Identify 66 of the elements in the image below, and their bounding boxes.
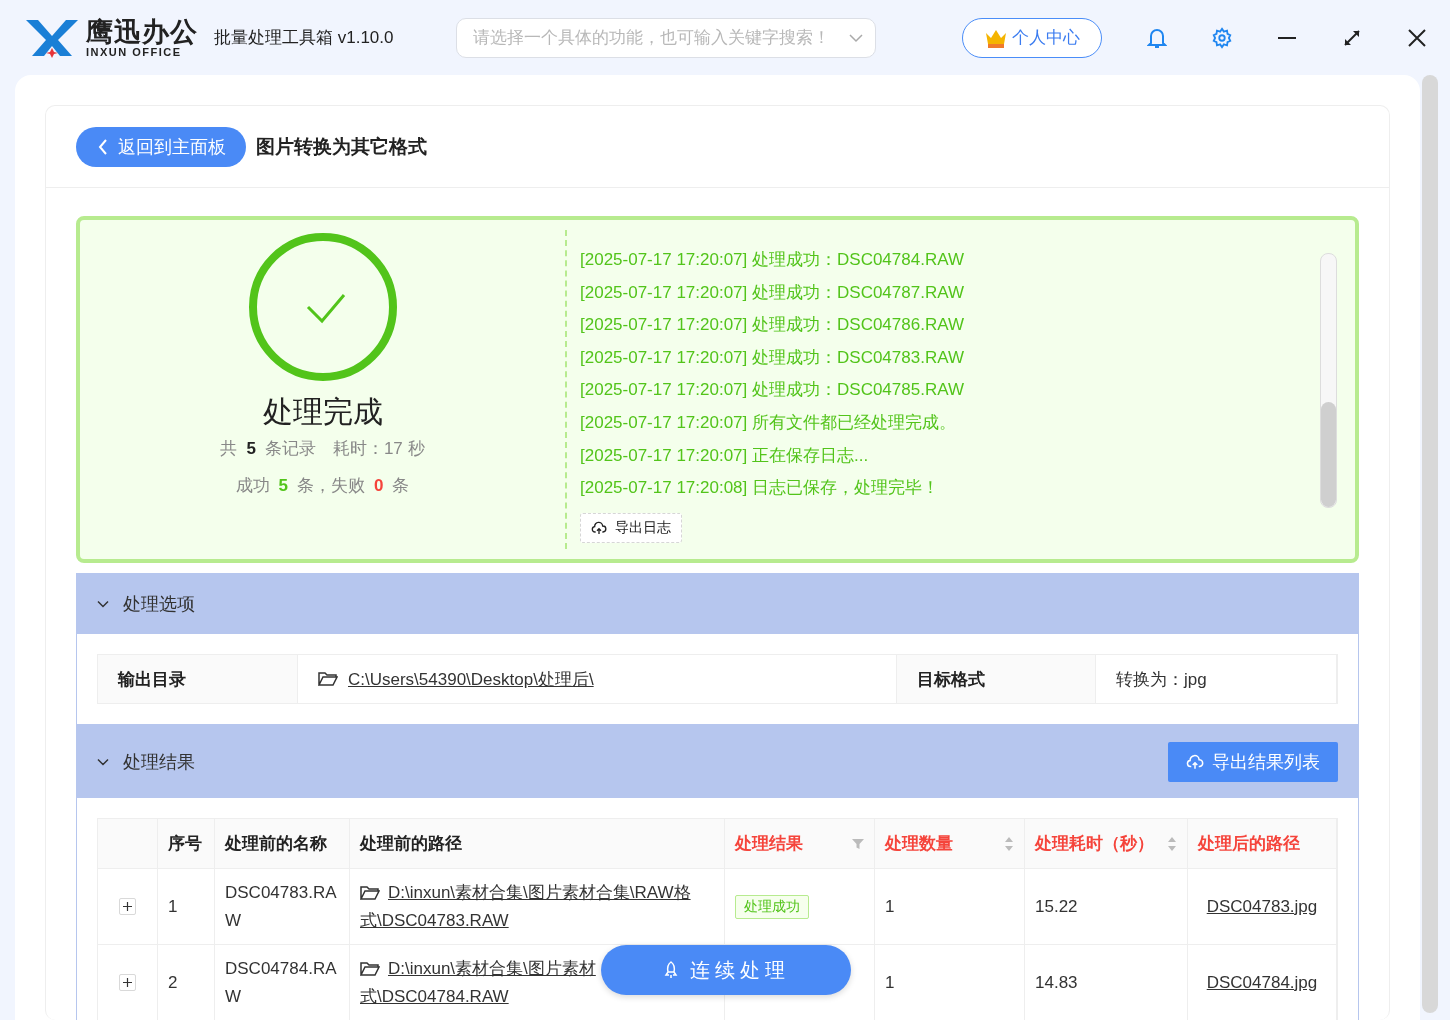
plus-icon: [122, 977, 133, 988]
column-header: 处理后的路径: [1198, 833, 1300, 855]
log-line: [2025-07-17 17:20:07] 正在保存日志...: [580, 444, 870, 467]
table-cell-text: 14.83: [1035, 971, 1078, 994]
folder-icon: [318, 671, 338, 687]
back-chevron-icon: [98, 138, 108, 155]
table-cell-text: DSC04783.RAW: [225, 881, 338, 932]
cloud-upload-icon: [1186, 752, 1204, 771]
log-line: [2025-07-17 17:20:08] 日志已保存，处理完毕！: [580, 477, 941, 500]
log-line: [2025-07-17 17:20:07] 处理成功：DSC04786.RAW: [580, 314, 965, 337]
rocket-icon: [662, 961, 680, 979]
success-check-icon: [247, 232, 398, 382]
log-line: [2025-07-17 17:20:07] 处理成功：DSC04787.RAW: [580, 281, 965, 304]
file-path-link[interactable]: D:\inxun\素材合集\图片素材: [360, 954, 596, 983]
section-header[interactable]: 处理结果 导出结果列表: [77, 725, 1358, 798]
table-cell-text: DSC04784.RAW: [225, 957, 338, 1008]
stat-number: 5: [278, 476, 288, 496]
folder-icon: [360, 884, 380, 901]
log-scrollbar[interactable]: [1320, 253, 1337, 508]
file-path-link[interactable]: 式\DSC04784.RAW: [360, 982, 596, 1011]
table-cell-text: 15.22: [1035, 895, 1078, 918]
status-tag: 处理成功: [735, 894, 809, 919]
status-title: 处理完成: [262, 394, 383, 430]
log-line: [2025-07-17 17:20:07] 所有文件都已经处理完成。: [580, 411, 958, 434]
folder-icon: [360, 960, 380, 977]
table-cell-text: 1: [885, 895, 895, 918]
stat-number: 5: [246, 439, 256, 459]
field-value: 转换为：jpg: [1116, 668, 1207, 691]
stat-text: 条: [392, 475, 410, 497]
file-path-link[interactable]: 式\DSC04783.RAW: [360, 906, 691, 935]
logo-icon: [24, 17, 80, 58]
stat-text: 共: [220, 438, 238, 460]
table-cell-text: 1: [885, 971, 895, 994]
export-log-button[interactable]: 导出日志: [580, 512, 682, 543]
stat-text: 成功: [235, 475, 270, 497]
logo-name: 鹰迅办公: [86, 17, 198, 46]
column-header: 处理前的路径: [360, 833, 462, 855]
user-center-button[interactable]: 个人中心: [961, 17, 1102, 58]
field-label: 输出目录: [98, 655, 298, 703]
stat-number: 0: [374, 476, 384, 496]
log-line: [2025-07-17 17:20:07] 处理成功：DSC04784.RAW: [580, 249, 965, 271]
app-title: 批量处理工具箱 v1.10.0: [214, 27, 394, 49]
output-file-link[interactable]: DSC04783.jpg: [1206, 896, 1318, 917]
log-line: [2025-07-17 17:20:07] 处理成功：DSC04783.RAW: [580, 346, 965, 369]
column-header: 序号: [168, 833, 202, 855]
field-label: 目标格式: [897, 655, 1096, 703]
log-line: [2025-07-17 17:20:07] 处理成功：DSC04785.RAW: [580, 379, 965, 402]
page-title: 图片转换为其它格式: [256, 134, 427, 159]
search-field[interactable]: 请选择一个具体的功能，也可输入关键字搜索！: [455, 17, 876, 58]
logo-subtitle: INXUN OFFICE: [86, 45, 182, 58]
expand-row-button[interactable]: [119, 898, 136, 915]
table-cell-text: 1: [168, 895, 178, 918]
section-header[interactable]: 处理选项: [77, 574, 1358, 634]
file-path-link[interactable]: D:\inxun\素材合集\图片素材合集\RAW格: [360, 878, 691, 907]
plus-icon: [122, 901, 133, 912]
stat-text: 条记录: [264, 438, 316, 460]
stat-text: 条，失败: [297, 475, 365, 497]
table-cell-text: 2: [168, 971, 178, 994]
folder-path-link[interactable]: C:\Users\54390\Desktop\处理后\: [348, 667, 594, 691]
cloud-upload-icon: [591, 519, 607, 536]
dropdown-chevron-icon: [848, 32, 863, 43]
stat-text: 耗时：17 秒: [332, 438, 425, 460]
column-header: 处理前的名称: [225, 833, 327, 855]
expand-row-button[interactable]: [119, 974, 136, 991]
output-file-link[interactable]: DSC04784.jpg: [1206, 972, 1318, 993]
chevron-icon[interactable]: [97, 598, 109, 610]
